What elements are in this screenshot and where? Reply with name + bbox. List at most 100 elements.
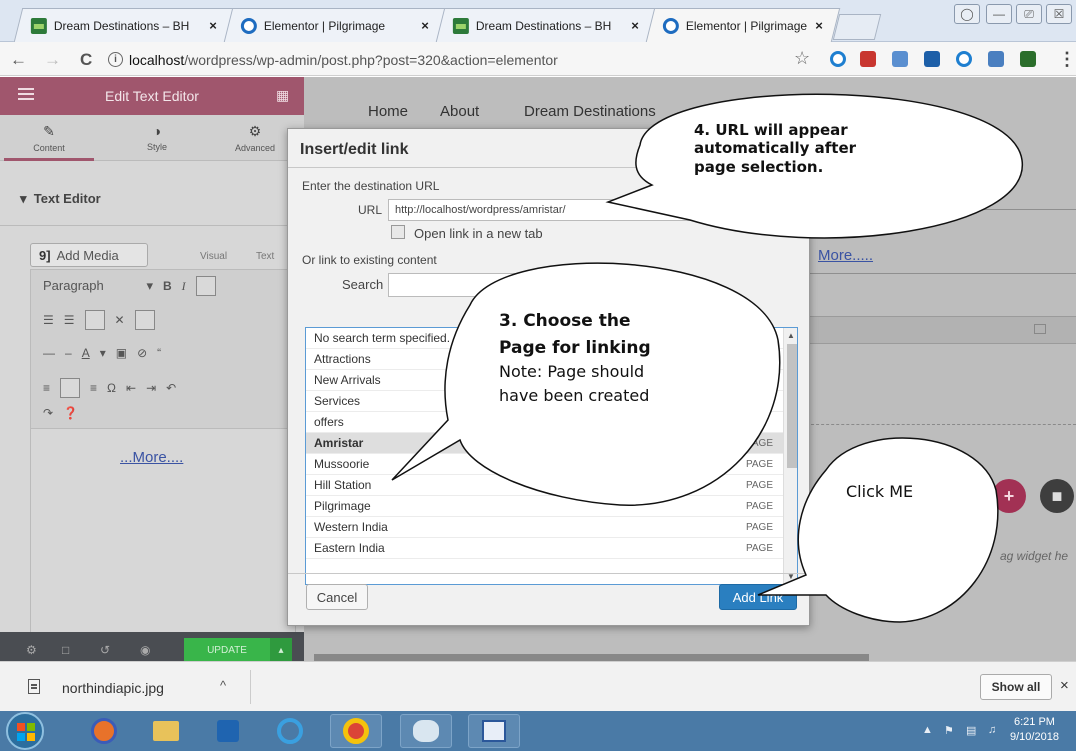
indent-icon[interactable]: ⇥ (146, 381, 156, 395)
forward-button[interactable]: → (44, 50, 61, 70)
show-all-button[interactable]: Show all (980, 674, 1052, 700)
cancel-button[interactable]: Cancel (306, 584, 368, 610)
taskbar-explorer[interactable] (140, 714, 192, 748)
undo-icon[interactable]: ↶ (166, 381, 176, 395)
clear-format-icon[interactable]: ⊘ (137, 346, 147, 360)
extension-icon[interactable] (1020, 51, 1036, 67)
taskbar-word[interactable] (468, 714, 520, 748)
outdent-icon[interactable]: ⇤ (126, 381, 136, 395)
add-media-button[interactable]: 9] Add Media (30, 243, 148, 267)
new-tab-button[interactable] (832, 14, 882, 40)
browser-tab-3[interactable]: Dream Destinations – BH × (435, 8, 657, 42)
blockquote-icon[interactable]: “ (157, 346, 161, 360)
bullet-list-icon[interactable]: ☰ (43, 313, 54, 327)
tab-close-icon[interactable]: × (815, 18, 823, 33)
start-button[interactable] (6, 712, 44, 750)
volume-icon[interactable]: ♫ (988, 724, 996, 736)
taskbar-ie[interactable] (264, 714, 316, 748)
scrollbar-thumb[interactable] (787, 344, 797, 468)
system-clock[interactable]: 6:21 PM 9/10/2018 (1010, 715, 1059, 745)
section-handle-icon[interactable] (1034, 324, 1046, 334)
taskbar-outlook[interactable] (202, 714, 254, 748)
history-icon[interactable]: ↺ (100, 643, 110, 657)
user-profile-icon[interactable]: ◯ (954, 4, 980, 24)
browser-tab-1[interactable]: Dream Destinations – BH × (13, 8, 235, 42)
minimize-button[interactable]: — (986, 4, 1012, 24)
add-section-button[interactable]: + (992, 479, 1026, 513)
toolbar-button[interactable] (84, 310, 105, 330)
settings-icon[interactable]: ⚙ (26, 643, 37, 657)
results-scrollbar[interactable]: ▲ ▼ (783, 328, 797, 584)
paste-text-icon[interactable]: ▣ (116, 346, 127, 360)
special-char-icon[interactable]: Ω (107, 381, 116, 395)
update-button[interactable]: UPDATE (184, 638, 270, 662)
chevron-up-icon[interactable]: ^ (220, 678, 226, 693)
url-input[interactable]: http://localhost/wordpress/amristar/ (388, 199, 708, 221)
widgets-grid-icon[interactable]: ▦ (276, 87, 289, 104)
browser-tab-4-active[interactable]: Elementor | Pilgrimage × (645, 8, 841, 42)
taskbar-firefox[interactable] (78, 714, 130, 748)
maximize-button[interactable]: ⎚ (1016, 4, 1042, 24)
list-item[interactable]: Eastern India PAGE (306, 538, 783, 559)
redo-icon[interactable]: ↷ (43, 406, 53, 420)
list-item[interactable]: Pilgrimage PAGE (306, 496, 783, 517)
taskbar-chrome[interactable] (330, 714, 382, 748)
download-filename[interactable]: northindiapic.jpg (62, 680, 164, 696)
nav-about[interactable]: About (440, 103, 479, 120)
info-icon[interactable]: i (108, 52, 123, 67)
tab-visual[interactable]: Visual (200, 251, 227, 262)
browser-tab-2[interactable]: Elementor | Pilgrimage × (223, 8, 447, 42)
action-center-icon[interactable]: ⚑ (944, 724, 954, 737)
scroll-up-icon[interactable]: ▲ (787, 331, 795, 340)
horizontal-rule-icon[interactable]: — (43, 346, 55, 360)
list-item[interactable]: Mussoorie PAGE (306, 454, 783, 475)
align-right-icon[interactable]: ≡ (90, 381, 97, 395)
search-input[interactable] (388, 273, 608, 297)
close-window-button[interactable]: ☒ (1046, 4, 1072, 24)
preview-eye-icon[interactable]: ◉ (140, 643, 150, 657)
tray-expand-icon[interactable]: ▲ (922, 724, 933, 736)
nav-home[interactable]: Home (368, 103, 408, 120)
extension-icon[interactable] (956, 51, 972, 67)
tab-content[interactable]: ✎ Content (4, 123, 94, 161)
back-button[interactable]: ← (10, 50, 27, 70)
reload-button[interactable]: C (80, 50, 92, 70)
bookmark-star-icon[interactable]: ☆ (794, 48, 810, 69)
tab-text[interactable]: Text (256, 251, 274, 262)
preview-more-link[interactable]: More..... (818, 247, 873, 264)
text-color-icon[interactable]: A (82, 346, 90, 360)
fullscreen-icon[interactable]: ✕ (115, 313, 125, 327)
section-toggle-text-editor[interactable]: ▾ Text Editor (20, 191, 101, 207)
content-more-link[interactable]: ...More.... (120, 449, 183, 466)
address-bar[interactable]: i localhost /wordpress/wp-admin/post.php… (108, 47, 808, 72)
numbered-list-icon[interactable]: ☰ (64, 313, 75, 327)
list-item[interactable]: Western India PAGE (306, 517, 783, 538)
extension-icon[interactable] (830, 51, 846, 67)
network-icon[interactable]: ▤ (966, 724, 976, 737)
extension-icon[interactable] (860, 51, 876, 67)
taskbar-paint[interactable] (400, 714, 452, 748)
paragraph-format-select[interactable]: Paragraph ▾ (43, 278, 153, 294)
extension-icon[interactable] (988, 51, 1004, 67)
italic-button[interactable]: I (182, 279, 186, 294)
bold-button[interactable]: B (163, 279, 172, 293)
toolbar-button[interactable] (60, 378, 81, 398)
add-link-button[interactable]: Add Link (719, 584, 797, 610)
list-item[interactable]: offers (306, 412, 783, 433)
tab-style[interactable]: ◑ Style (112, 123, 202, 152)
list-item[interactable]: Hill Station PAGE (306, 475, 783, 496)
chevron-down-icon[interactable]: ▾ (100, 346, 106, 360)
close-icon[interactable]: × (1060, 677, 1069, 694)
toolbar-button[interactable] (134, 310, 155, 330)
responsive-icon[interactable]: □ (62, 643, 69, 657)
new-tab-checkbox[interactable] (391, 225, 405, 239)
update-options-button[interactable]: ▴ (270, 638, 292, 662)
help-icon[interactable]: ❓ (63, 406, 78, 420)
extension-icon[interactable] (892, 51, 908, 67)
extension-icon[interactable] (924, 51, 940, 67)
browser-menu-icon[interactable]: ⋮ (1058, 49, 1076, 70)
list-item-selected[interactable]: Amristar PAGE (306, 433, 783, 454)
tab-close-icon[interactable]: × (631, 18, 639, 33)
add-template-button[interactable]: ■ (1040, 479, 1074, 513)
tab-close-icon[interactable]: × (421, 18, 429, 33)
